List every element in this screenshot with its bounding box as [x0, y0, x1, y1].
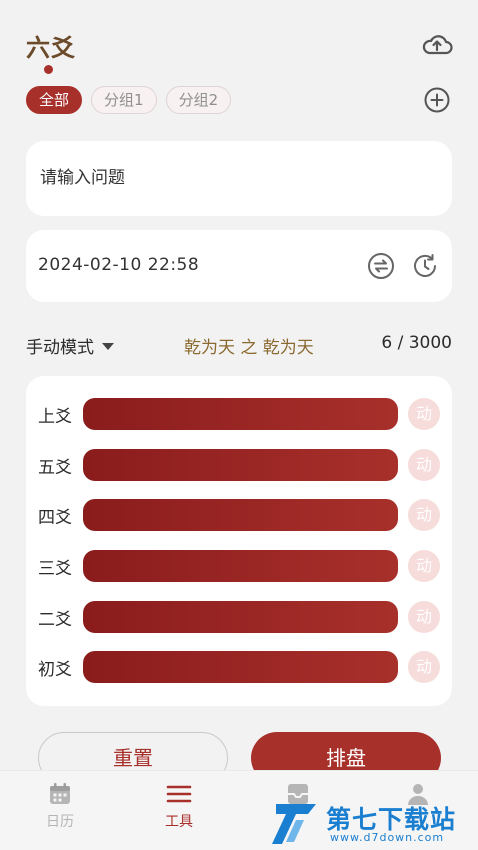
- yao-card: 上爻 动 五爻 动 四爻 动 三爻 动 二爻 动 初爻 动: [26, 376, 452, 706]
- yao-label: 初爻: [38, 660, 72, 680]
- dong-toggle[interactable]: 动: [408, 601, 440, 633]
- calendar-icon: [50, 783, 70, 804]
- question-card: [26, 141, 452, 216]
- title-indicator-dot: [44, 65, 53, 74]
- mode-row: 手动模式 乾为天 之 乾为天 6 / 3000: [26, 333, 452, 359]
- page-title: 六爻: [26, 34, 76, 62]
- header: 六爻: [0, 0, 478, 80]
- watermark: 第七下载站 www.d7down.com: [272, 796, 472, 850]
- question-input[interactable]: [40, 163, 430, 193]
- yao-row: 五爻 动: [26, 448, 452, 482]
- tab-label: 工具: [165, 814, 193, 830]
- dong-toggle[interactable]: 动: [408, 651, 440, 683]
- yao-label: 四爻: [38, 508, 72, 528]
- caret-down-icon: [102, 343, 114, 350]
- dong-toggle[interactable]: 动: [408, 550, 440, 582]
- tab-label: 日历: [46, 814, 74, 830]
- swap-icon[interactable]: [367, 252, 395, 280]
- yao-bar[interactable]: [83, 601, 398, 633]
- yao-row: 初爻 动: [26, 650, 452, 684]
- yao-bar[interactable]: [83, 499, 398, 531]
- usage-count: 6 / 3000: [381, 333, 452, 353]
- yao-label: 五爻: [38, 458, 72, 478]
- yao-bar[interactable]: [83, 449, 398, 481]
- chip-group-2[interactable]: 分组2: [165, 86, 232, 114]
- yao-bar[interactable]: [83, 398, 398, 430]
- yao-row: 四爻 动: [26, 498, 452, 532]
- mode-dropdown[interactable]: 手动模式: [26, 333, 114, 358]
- yao-label: 上爻: [38, 407, 72, 427]
- yao-row: 三爻 动: [26, 549, 452, 583]
- yao-row: 二爻 动: [26, 600, 452, 634]
- add-circle-icon[interactable]: [424, 87, 450, 113]
- watermark-url: www.d7down.com: [330, 831, 445, 844]
- tab-tools[interactable]: 工具: [139, 781, 219, 831]
- chip-all[interactable]: 全部: [26, 86, 83, 114]
- yao-label: 二爻: [38, 610, 72, 630]
- dong-toggle[interactable]: 动: [408, 499, 440, 531]
- yao-bar[interactable]: [83, 651, 398, 683]
- menu-icon: [166, 785, 192, 803]
- cloud-upload-icon[interactable]: [421, 31, 453, 59]
- mode-label: 手动模式: [26, 338, 94, 358]
- refresh-clock-icon[interactable]: [411, 252, 439, 280]
- tab-calendar[interactable]: 日历: [20, 781, 100, 831]
- chip-group-1[interactable]: 分组1: [91, 86, 157, 114]
- group-chips: 全部 分组1 分组2: [26, 86, 232, 116]
- datetime-value[interactable]: 2024-02-10 22:58: [38, 255, 199, 275]
- datetime-card[interactable]: 2024-02-10 22:58: [26, 230, 452, 302]
- yao-label: 三爻: [38, 559, 72, 579]
- dong-toggle[interactable]: 动: [408, 398, 440, 430]
- watermark-logo-icon: [272, 804, 316, 844]
- gua-name: 乾为天 之 乾为天: [184, 338, 314, 358]
- yao-row: 上爻 动: [26, 397, 452, 431]
- dong-toggle[interactable]: 动: [408, 449, 440, 481]
- yao-bar[interactable]: [83, 550, 398, 582]
